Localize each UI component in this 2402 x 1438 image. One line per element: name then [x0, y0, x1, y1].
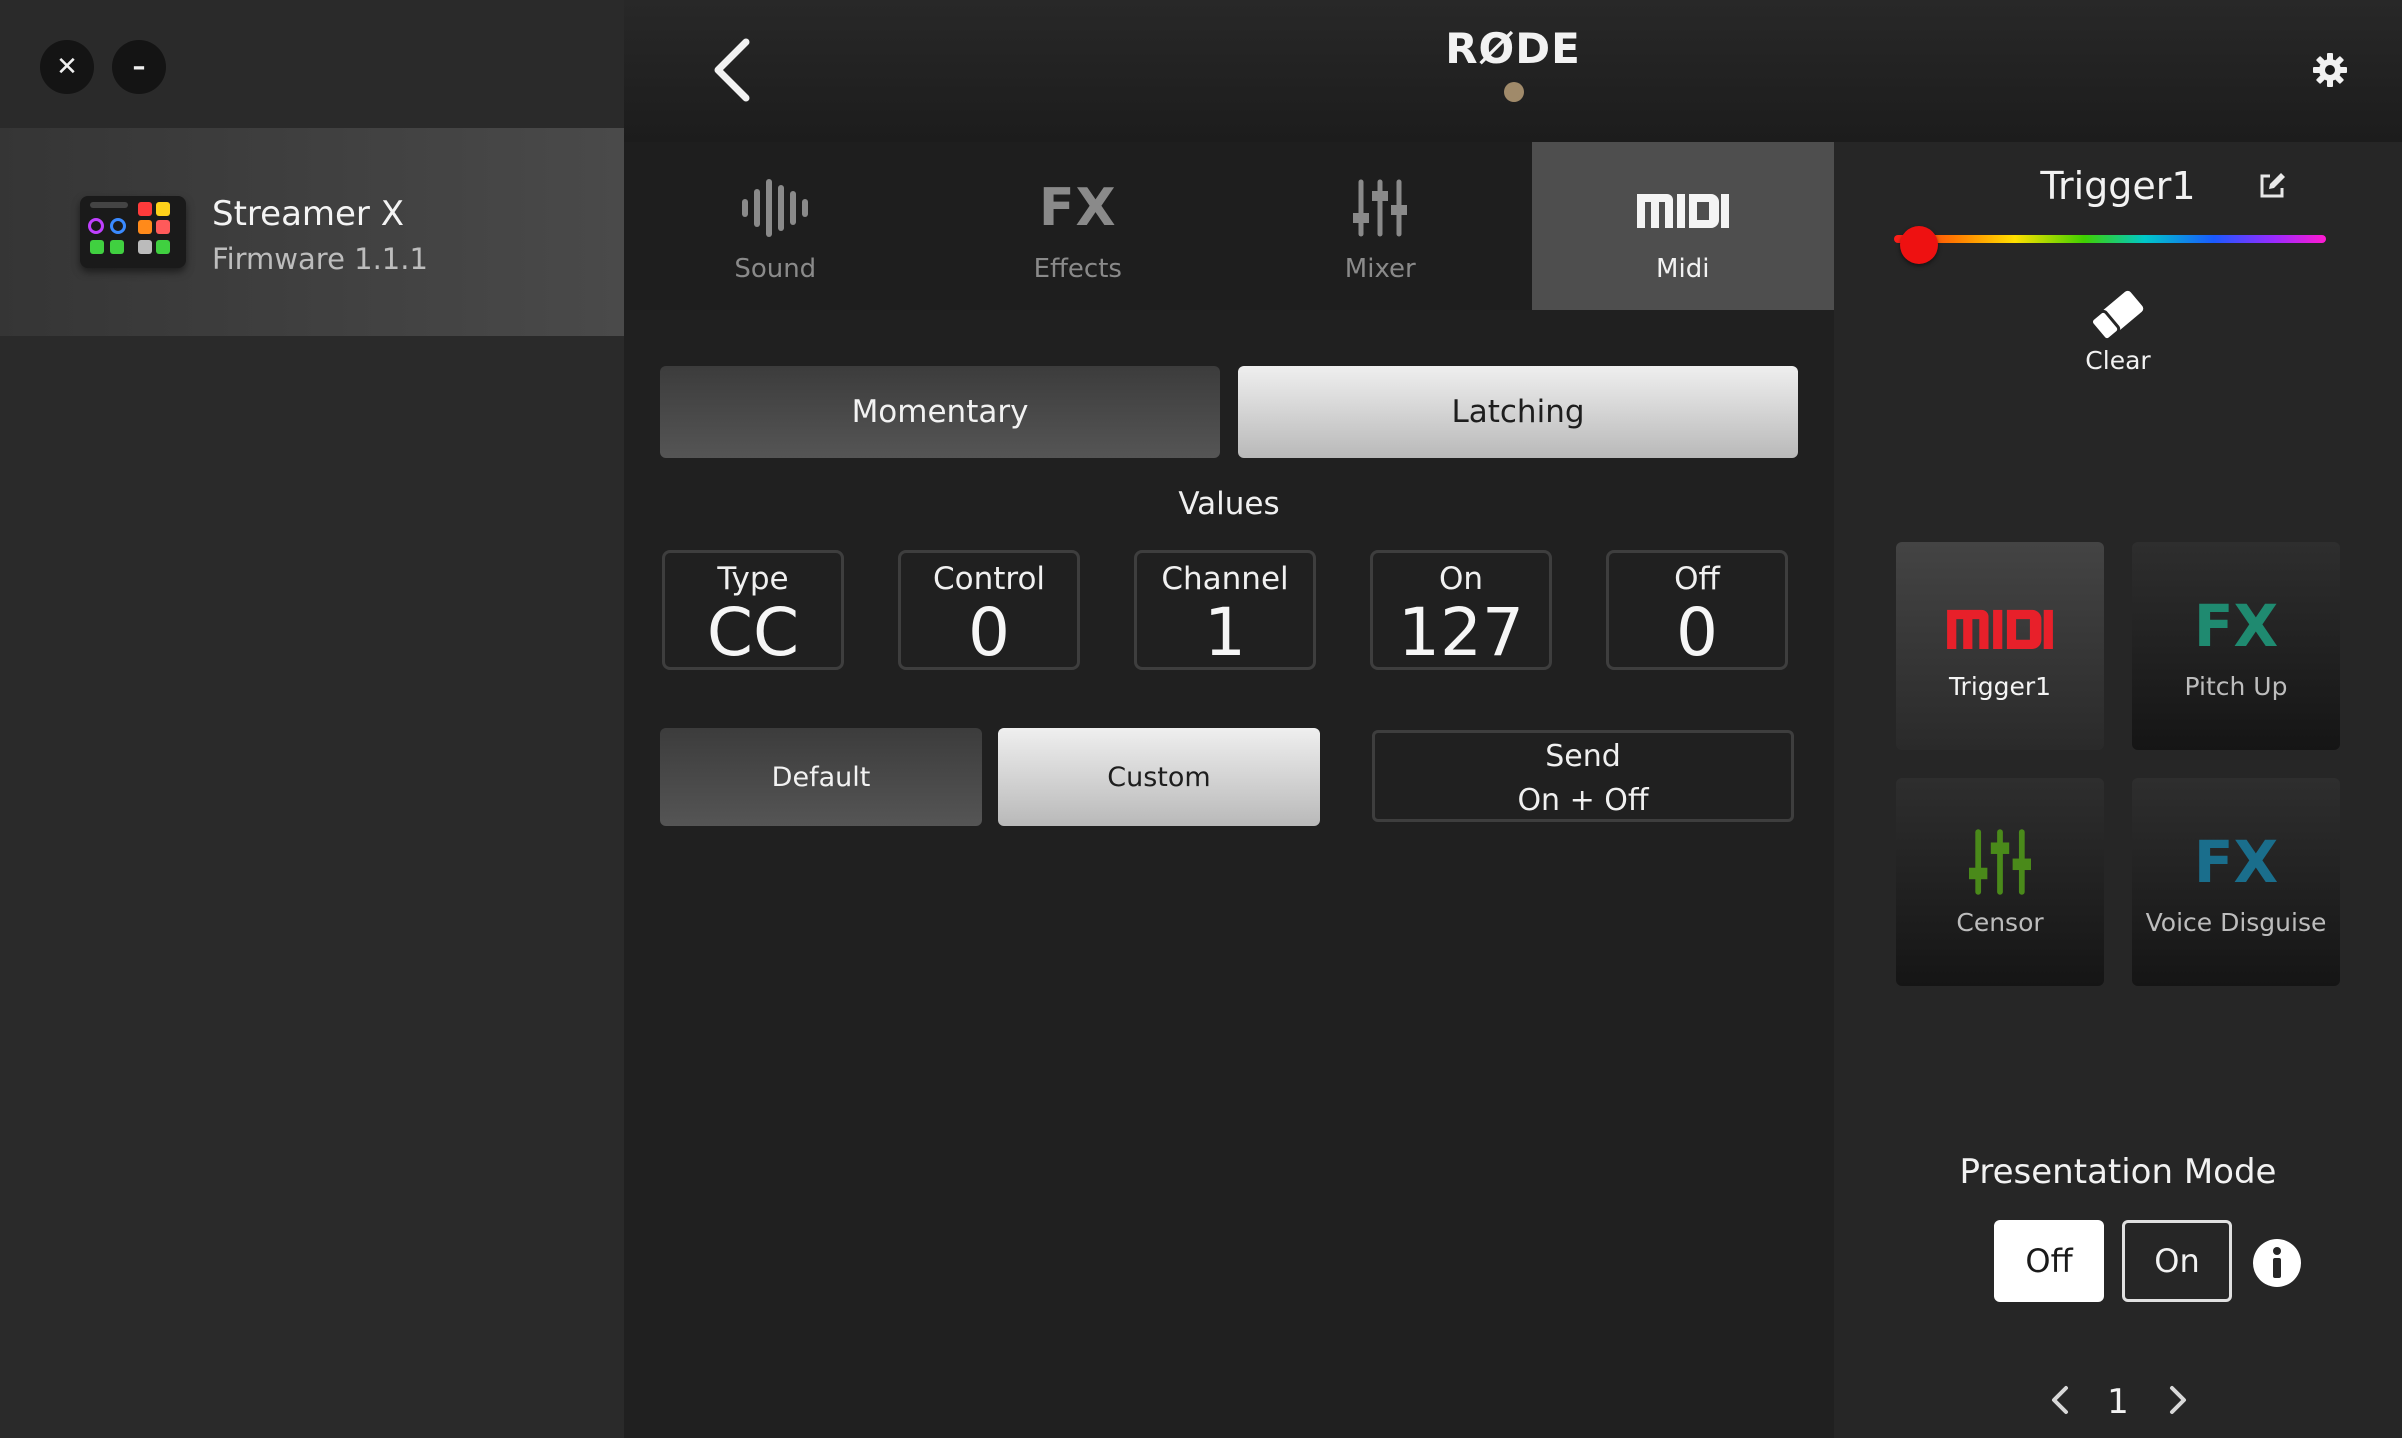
- edit-icon: [2260, 173, 2285, 198]
- value-off-box[interactable]: Off 0: [1606, 550, 1788, 670]
- tab-bar: Sound FX Effects Mixer Midi: [624, 142, 1834, 310]
- value-type-value: CC: [706, 594, 800, 671]
- clear-button[interactable]: Clear: [2058, 290, 2178, 400]
- page-number: 1: [2107, 1382, 2129, 1422]
- midi-settings-panel: Momentary Latching Values Type CC Contro…: [624, 310, 1834, 1438]
- eraser-icon: [2089, 290, 2144, 342]
- value-control-value: 0: [968, 594, 1010, 671]
- waveform-icon: [624, 178, 927, 238]
- device-name: Streamer X: [212, 194, 405, 234]
- trigger-name: Trigger1: [2040, 164, 2196, 208]
- mixer-sliders-icon: [1229, 178, 1532, 238]
- header-bar: RØDE: [624, 0, 2402, 142]
- mixer-sliders-icon: [1896, 829, 2104, 895]
- chevron-right-icon: [2170, 1386, 2186, 1414]
- settings-button[interactable]: [2312, 52, 2348, 88]
- presentation-off-label: Off: [2025, 1242, 2073, 1280]
- value-on-box[interactable]: On 127: [1370, 550, 1552, 670]
- value-control-box[interactable]: Control 0: [898, 550, 1080, 670]
- custom-label: Custom: [1107, 761, 1211, 793]
- value-on-value: 127: [1398, 594, 1524, 671]
- value-on-label: On: [1438, 561, 1484, 597]
- tab-sound-label: Sound: [734, 254, 817, 284]
- trigger-panel: Trigger1 Clear Trigger1 FX Pitch Up Cens…: [1834, 142, 2402, 1438]
- tab-effects-label: Effects: [1033, 254, 1122, 284]
- presentation-mode-title: Presentation Mode: [1959, 1152, 2277, 1192]
- edit-name-button[interactable]: [2256, 170, 2288, 202]
- chevron-left-icon: [2052, 1386, 2068, 1414]
- clear-label: Clear: [2085, 346, 2151, 375]
- pad-pitch-up-label: Pitch Up: [2184, 672, 2288, 701]
- value-off-label: Off: [1674, 561, 1720, 597]
- default-label: Default: [771, 761, 871, 793]
- momentary-label: Momentary: [851, 394, 1029, 430]
- minimize-icon: –: [132, 52, 146, 82]
- send-line1: Send: [1545, 739, 1621, 774]
- value-control-label: Control: [932, 561, 1046, 597]
- pad-trigger1[interactable]: Trigger1: [1896, 542, 2104, 750]
- close-window-button[interactable]: ✕: [40, 40, 94, 94]
- fx-icon: FX: [2193, 592, 2279, 660]
- next-page-button[interactable]: [2164, 1380, 2192, 1420]
- close-icon: ✕: [56, 52, 78, 82]
- value-channel-label: Channel: [1161, 561, 1289, 597]
- pad-voice-disguise[interactable]: FX Voice Disguise: [2132, 778, 2340, 986]
- device-thumbnail: [80, 196, 186, 268]
- presentation-off-button[interactable]: Off: [1994, 1220, 2104, 1302]
- tab-midi[interactable]: Midi: [1531, 142, 1835, 310]
- minimize-window-button[interactable]: –: [112, 40, 166, 94]
- fx-icon: FX: [1038, 178, 1117, 238]
- device-firmware: Firmware 1.1.1: [212, 242, 428, 276]
- momentary-button[interactable]: Momentary: [660, 366, 1220, 458]
- values-heading: Values: [1178, 486, 1280, 522]
- latching-button[interactable]: Latching: [1238, 366, 1798, 458]
- device-list-item[interactable]: Streamer X Firmware 1.1.1: [0, 128, 624, 336]
- pad-pitch-up[interactable]: FX Pitch Up: [2132, 542, 2340, 750]
- sidebar: ✕ – Streamer X Firmware 1.1.1: [0, 0, 624, 1438]
- value-type-box[interactable]: Type CC: [662, 550, 844, 670]
- tab-mixer[interactable]: Mixer: [1229, 142, 1532, 310]
- info-icon: [2253, 1239, 2301, 1287]
- send-mode-button[interactable]: Send On + Off: [1372, 730, 1794, 822]
- presentation-on-button[interactable]: On: [2122, 1220, 2232, 1302]
- info-button[interactable]: [2252, 1238, 2302, 1288]
- tab-sound[interactable]: Sound: [624, 142, 927, 310]
- fx-icon: FX: [2193, 828, 2279, 896]
- gear-icon: [2313, 53, 2347, 87]
- pad-voice-disguise-label: Voice Disguise: [2145, 908, 2327, 937]
- tab-mixer-label: Mixer: [1344, 254, 1416, 284]
- value-channel-value: 1: [1204, 594, 1246, 671]
- connection-indicator: [1504, 82, 1524, 102]
- value-off-value: 0: [1676, 594, 1718, 671]
- pad-trigger1-label: Trigger1: [1948, 672, 2052, 701]
- value-channel-box[interactable]: Channel 1: [1134, 550, 1316, 670]
- color-slider[interactable]: [1894, 235, 2326, 243]
- midi-icon: [1896, 594, 2104, 658]
- brand-logo: RØDE: [1445, 24, 1581, 73]
- value-type-label: Type: [717, 561, 789, 597]
- presentation-on-label: On: [2154, 1242, 2200, 1280]
- midi-icon: [1532, 178, 1835, 238]
- pad-censor-label: Censor: [1956, 908, 2044, 937]
- previous-page-button[interactable]: [2046, 1380, 2074, 1420]
- send-line2: On + Off: [1517, 783, 1649, 818]
- latching-label: Latching: [1451, 394, 1585, 430]
- custom-button[interactable]: Custom: [998, 728, 1320, 826]
- default-button[interactable]: Default: [660, 728, 982, 826]
- tab-effects[interactable]: FX Effects: [927, 142, 1230, 310]
- pad-censor[interactable]: Censor: [1896, 778, 2104, 986]
- color-slider-handle[interactable]: [1900, 226, 1938, 264]
- tab-midi-label: Midi: [1656, 254, 1710, 284]
